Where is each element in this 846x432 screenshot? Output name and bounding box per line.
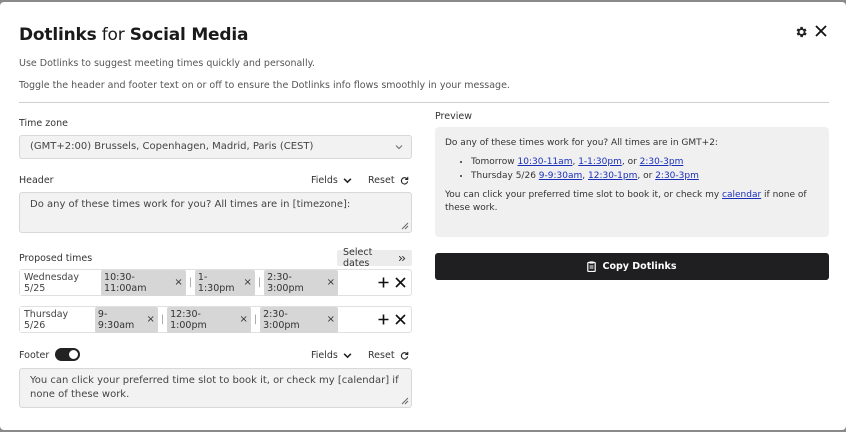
header-fields-label: Fields [311, 175, 338, 186]
footer-fields-dropdown[interactable]: Fields [311, 350, 352, 361]
footer-text: You can click your preferred time slot t… [30, 375, 399, 400]
timezone-select[interactable]: (GMT+2:00) Brussels, Copenhagen, Madrid,… [19, 135, 412, 159]
timezone-value: (GMT+2:00) Brussels, Copenhagen, Madrid,… [30, 141, 314, 152]
chip-separator: | [160, 314, 165, 325]
time-chip-label: 2:30-3:00pm [263, 308, 300, 331]
preview-intro: Do any of these times work for you? All … [445, 138, 718, 148]
time-chip: 2:30-3:00pm × [260, 306, 338, 333]
reset-icon [400, 176, 408, 185]
preview-panel: Do any of these times work for you? All … [435, 127, 829, 237]
time-slots-field[interactable]: Wednesday 5/25 10:30-11:00am × | 1-1:30pm… [20, 269, 339, 296]
preview-label: Preview [435, 111, 472, 122]
gear-icon[interactable] [794, 25, 808, 39]
header-text: Do any of these times work for you? All … [30, 199, 351, 210]
remove-chip-icon[interactable]: × [147, 314, 155, 325]
preview-time-link[interactable]: 2:30-3pm [640, 157, 684, 167]
remove-row-icon[interactable] [395, 314, 406, 325]
add-time-icon[interactable] [378, 314, 389, 325]
preview-item: Tomorrow 10:30-11am, 1-1:30pm, or 2:30-3… [471, 156, 819, 169]
title-mid: for [96, 25, 130, 45]
preview-day: Tomorrow [471, 157, 515, 167]
resize-grip-icon[interactable] [401, 397, 409, 405]
double-chevron-right-icon [399, 255, 406, 261]
add-time-icon[interactable] [378, 277, 389, 288]
remove-chip-icon[interactable]: × [239, 314, 247, 325]
preview-time-link[interactable]: 2:30-3pm [655, 171, 699, 181]
footer-textarea[interactable]: You can click your preferred time slot t… [19, 368, 412, 408]
time-chip-label: 1-1:30pm [197, 271, 235, 294]
time-chip: 1-1:30pm × [194, 269, 255, 296]
preview-time-link[interactable]: 9-9:30am [539, 171, 582, 181]
preview-item: Thursday 5/26 9-9:30am, 12:30-1pm, or 2:… [471, 170, 819, 183]
copy-dotlinks-label: Copy Dotlinks [602, 261, 677, 272]
preview-time-link[interactable]: 12:30-1pm [588, 171, 637, 181]
preview-time-link[interactable]: 10:30-11am [518, 157, 573, 167]
time-chip-label: 10:30-11:00am [104, 271, 147, 294]
row-day: Wednesday 5/25 [24, 271, 80, 294]
preview-day: Thursday 5/26 [471, 171, 536, 181]
dialog-title: Dotlinks for Social Media [19, 25, 248, 45]
remove-chip-icon[interactable]: × [174, 277, 182, 288]
chip-separator: | [188, 277, 192, 288]
time-chip: 2:30-3:00pm × [264, 269, 339, 296]
header-textarea[interactable]: Do any of these times work for you? All … [19, 192, 412, 233]
footer-fields-label: Fields [311, 350, 338, 361]
time-slots-field[interactable]: Thursday 5/26 9-9:30am × | 12:30-1:00pm × … [20, 306, 338, 333]
title-brand: Dotlinks [19, 25, 97, 45]
preview-outro: You can click your preferred time slot t… [445, 189, 819, 215]
time-chip-label: 12:30-1:00pm [170, 308, 207, 331]
toggle-knob [69, 350, 78, 359]
chevron-down-icon [343, 178, 352, 184]
proposed-times-label: Proposed times [19, 253, 93, 264]
select-dates-button[interactable]: Select dates [337, 247, 412, 269]
time-chip: 12:30-1:00pm × [167, 306, 251, 333]
header-reset-label: Reset [368, 175, 395, 186]
chevron-down-icon [395, 145, 403, 150]
timezone-label: Time zone [19, 118, 68, 129]
preview-time-link[interactable]: 1-1:30pm [578, 157, 622, 167]
reset-icon [400, 351, 408, 360]
intro-text-2: Toggle the header and footer text on or … [19, 80, 510, 91]
remove-chip-icon[interactable]: × [327, 314, 335, 325]
footer-toggle[interactable] [55, 348, 80, 361]
footer-label: Footer [19, 350, 50, 361]
footer-reset-label: Reset [368, 350, 395, 361]
clipboard-icon [587, 261, 597, 272]
header-fields-dropdown[interactable]: Fields [311, 175, 352, 186]
remove-chip-icon[interactable]: × [327, 277, 335, 288]
footer-reset-button[interactable]: Reset [368, 350, 409, 361]
calendar-link[interactable]: calendar [722, 190, 761, 200]
header-label: Header [19, 175, 54, 186]
remove-chip-icon[interactable]: × [244, 277, 252, 288]
remove-row-icon[interactable] [395, 277, 406, 288]
resize-grip-icon[interactable] [401, 222, 409, 230]
time-chip: 10:30-11:00am × [101, 269, 186, 296]
intro-text-1: Use Dotlinks to suggest meeting times qu… [19, 58, 315, 69]
proposed-time-row: Wednesday 5/25 10:30-11:00am × | 1-1:30pm… [19, 269, 412, 296]
select-dates-label: Select dates [343, 247, 373, 269]
time-chip-label: 2:30-3:00pm [267, 271, 304, 294]
dotlinks-dialog: Dotlinks for Social Media Use Dotlinks t… [0, 2, 846, 430]
chevron-down-icon [343, 353, 352, 359]
preview-list: Tomorrow 10:30-11am, 1-1:30pm, or 2:30-3… [471, 156, 819, 183]
time-chip-label: 9-9:30am [97, 308, 135, 331]
close-icon[interactable] [814, 24, 828, 38]
preview-outro-before: You can click your preferred time slot t… [445, 190, 723, 200]
proposed-time-row: Thursday 5/26 9-9:30am × | 12:30-1:00pm × … [19, 306, 412, 333]
row-day: Thursday 5/26 [24, 308, 69, 331]
title-target: Social Media [129, 25, 249, 45]
header-reset-button[interactable]: Reset [368, 175, 409, 186]
chip-separator: | [257, 277, 262, 288]
chip-separator: | [253, 314, 258, 325]
copy-dotlinks-button[interactable]: Copy Dotlinks [435, 253, 829, 280]
divider [19, 102, 829, 103]
time-chip: 9-9:30am × [94, 306, 158, 333]
